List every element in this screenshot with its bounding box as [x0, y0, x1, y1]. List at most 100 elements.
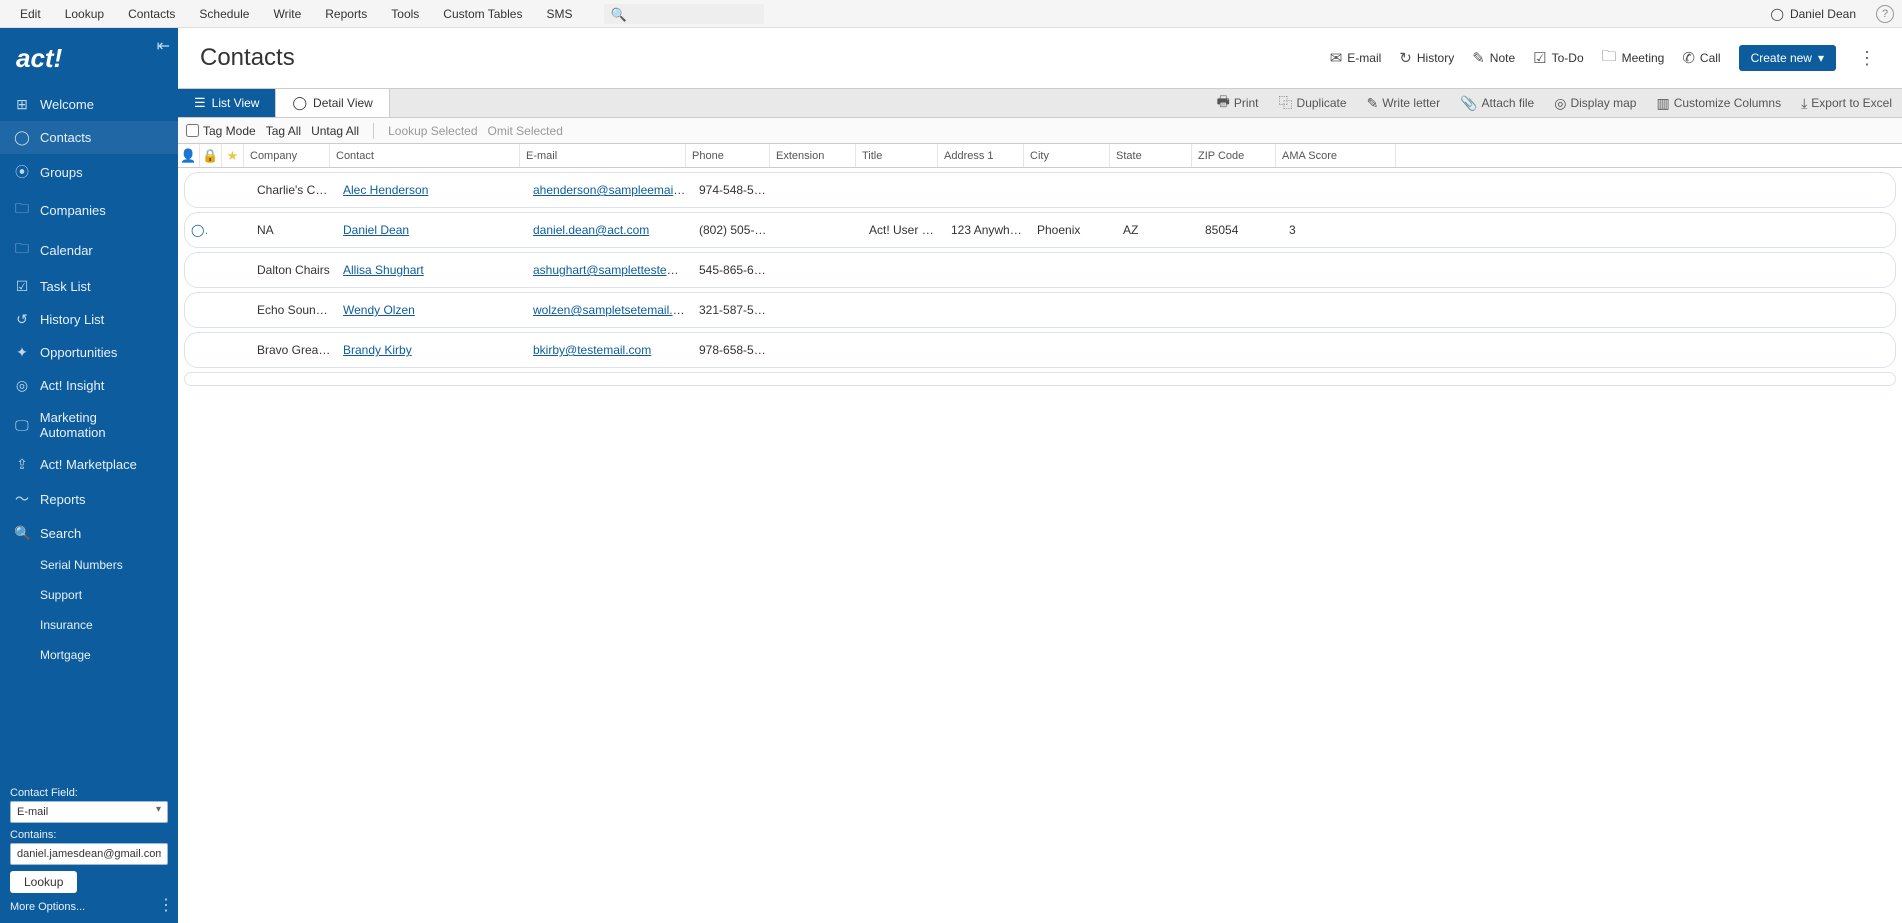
contact-link[interactable]: Allisa Shughart: [343, 263, 424, 277]
email-link[interactable]: ashughart@samplettestemail.com: [533, 263, 693, 277]
cell-phone: 974-548-5212: [693, 183, 777, 197]
col-title[interactable]: Title: [856, 144, 938, 167]
menu-reports[interactable]: Reports: [313, 7, 379, 21]
tool-customize-columns[interactable]: ▥Customize Columns: [1646, 89, 1791, 117]
excel-icon: ⤓: [1801, 95, 1807, 112]
contact-link[interactable]: Alec Henderson: [343, 183, 428, 197]
tool-attach-file[interactable]: 📎Attach file: [1450, 89, 1544, 117]
header-kebab-icon[interactable]: ⋮: [1854, 48, 1880, 69]
tool-print[interactable]: 🖶Print: [1207, 89, 1269, 117]
col-company[interactable]: Company: [244, 144, 330, 167]
menu-edit[interactable]: Edit: [8, 7, 53, 21]
contact-field-select[interactable]: E-mail: [10, 801, 168, 823]
sidebar-item-history[interactable]: ↺History List: [0, 303, 178, 336]
sidebar-item-groups[interactable]: ⦿Groups: [0, 154, 178, 190]
table-row[interactable]: Charlie's Compa...Alec Hendersonahenders…: [184, 172, 1896, 208]
global-search-input[interactable]: [604, 4, 764, 24]
col-address[interactable]: Address 1: [938, 144, 1024, 167]
tab-detail-view[interactable]: ◯ Detail View: [276, 89, 389, 117]
action-todo[interactable]: ☑To-Do: [1533, 49, 1583, 67]
contact-link[interactable]: Daniel Dean: [343, 223, 409, 237]
sidebar-item-marketplace[interactable]: ⇪Act! Marketplace: [0, 448, 178, 481]
help-icon[interactable]: ?: [1876, 5, 1894, 23]
lookup-button[interactable]: Lookup: [10, 871, 77, 893]
table-row[interactable]: ◯NADaniel Deandaniel.dean@act.com(802) 5…: [184, 212, 1896, 248]
sidebar-sub-serial[interactable]: Serial Numbers: [0, 550, 178, 580]
action-call[interactable]: ✆Call: [1682, 49, 1720, 67]
sidebar-item-opportunities[interactable]: ✦Opportunities: [0, 336, 178, 369]
menu-custom-tables[interactable]: Custom Tables: [431, 7, 534, 21]
action-note[interactable]: ✎Note: [1472, 49, 1515, 67]
sidebar-sub-support[interactable]: Support: [0, 580, 178, 610]
table-row[interactable]: Dalton ChairsAllisa Shughartashughart@sa…: [184, 252, 1896, 288]
sidebar-item-reports[interactable]: 〜Reports: [0, 481, 178, 517]
person-icon: ◯: [292, 95, 307, 111]
user-name: Daniel Dean: [1790, 7, 1856, 21]
col-star-icon[interactable]: ★: [222, 144, 244, 167]
col-state[interactable]: State: [1110, 144, 1192, 167]
contains-input[interactable]: [10, 843, 168, 865]
contact-link[interactable]: Brandy Kirby: [343, 343, 412, 357]
menu-schedule[interactable]: Schedule: [187, 7, 261, 21]
menu-write[interactable]: Write: [261, 7, 313, 21]
sidebar-item-tasklist[interactable]: ☑Task List: [0, 270, 178, 303]
table-row[interactable]: Bravo GreatnessBrandy Kirbybkirby@testem…: [184, 332, 1896, 368]
col-contact[interactable]: Contact: [330, 144, 520, 167]
menu-contacts[interactable]: Contacts: [116, 7, 187, 21]
action-email[interactable]: ✉E-mail: [1330, 49, 1382, 67]
tool-label: Export to Excel: [1811, 96, 1892, 110]
tool-duplicate[interactable]: ⿻Duplicate: [1269, 89, 1357, 117]
sidebar-sub-mortgage[interactable]: Mortgage: [0, 640, 178, 670]
user-menu[interactable]: ◯ Daniel Dean: [1761, 7, 1866, 21]
col-ama[interactable]: AMA Score: [1276, 144, 1396, 167]
col-phone[interactable]: Phone: [686, 144, 770, 167]
tab-label: Detail View: [313, 96, 373, 110]
email-link[interactable]: bkirby@testemail.com: [533, 343, 651, 357]
sidebar-item-calendar[interactable]: 🗀Calendar: [0, 230, 178, 270]
col-extension[interactable]: Extension: [770, 144, 856, 167]
sidebar-item-welcome[interactable]: ⊞Welcome: [0, 88, 178, 121]
col-lock-icon[interactable]: 🔒: [200, 144, 222, 167]
tag-all-link[interactable]: Tag All: [266, 124, 301, 138]
phone-icon: ✆: [1682, 49, 1695, 67]
cell-email: bkirby@testemail.com: [527, 343, 693, 357]
action-history[interactable]: ↻History: [1399, 49, 1454, 67]
tag-mode-checkbox[interactable]: Tag Mode: [186, 124, 256, 138]
cell-state: AZ: [1117, 223, 1199, 237]
tool-display-map[interactable]: ◎Display map: [1544, 89, 1646, 117]
sidebar-item-label: Companies: [40, 203, 106, 218]
tab-label: List View: [212, 96, 260, 110]
col-zip[interactable]: ZIP Code: [1192, 144, 1276, 167]
sidebar-item-label: Insurance: [40, 618, 93, 632]
tab-list-view[interactable]: ☰List View: [178, 89, 276, 117]
more-options-link[interactable]: More Options...: [10, 901, 168, 913]
email-link[interactable]: ahenderson@sampleemailtest.com: [533, 183, 693, 197]
contact-link[interactable]: Wendy Olzen: [343, 303, 415, 317]
email-link[interactable]: daniel.dean@act.com: [533, 223, 649, 237]
sidebar-collapse-icon[interactable]: ⇤: [157, 36, 170, 56]
grid-icon: ⊞: [14, 96, 30, 113]
note-icon: ✎: [1472, 49, 1485, 67]
sidebar-item-contacts[interactable]: ◯Contacts: [0, 121, 178, 154]
untag-all-link[interactable]: Untag All: [311, 124, 359, 138]
tool-export-excel[interactable]: ⤓ Export to Excel: [1791, 89, 1902, 117]
sidebar-sub-insurance[interactable]: Insurance: [0, 610, 178, 640]
sidebar-item-label: Act! Insight: [40, 378, 104, 393]
marketplace-icon: ⇪: [14, 456, 30, 473]
menu-lookup[interactable]: Lookup: [53, 7, 116, 21]
col-person-icon[interactable]: 👤: [178, 144, 200, 167]
sidebar-item-companies[interactable]: 🗀Companies: [0, 190, 178, 230]
menu-sms[interactable]: SMS: [534, 7, 584, 21]
sidebar-item-marketing[interactable]: 🖵Marketing Automation: [0, 402, 178, 448]
sidebar-item-insight[interactable]: ◎Act! Insight: [0, 369, 178, 402]
sidebar-kebab-icon[interactable]: ⋮: [158, 895, 174, 915]
table-row[interactable]: Echo Sound Mac...Wendy Olzenwolzen@sampl…: [184, 292, 1896, 328]
col-city[interactable]: City: [1024, 144, 1110, 167]
create-new-button[interactable]: Create new▾: [1739, 45, 1836, 71]
email-link[interactable]: wolzen@sampletsetemail.com: [533, 303, 693, 317]
col-email[interactable]: E-mail: [520, 144, 686, 167]
menu-tools[interactable]: Tools: [379, 7, 431, 21]
sidebar-item-search[interactable]: 🔍Search: [0, 517, 178, 550]
action-meeting[interactable]: 🗀Meeting: [1602, 46, 1665, 71]
tool-write-letter[interactable]: ✎Write letter: [1357, 89, 1451, 117]
